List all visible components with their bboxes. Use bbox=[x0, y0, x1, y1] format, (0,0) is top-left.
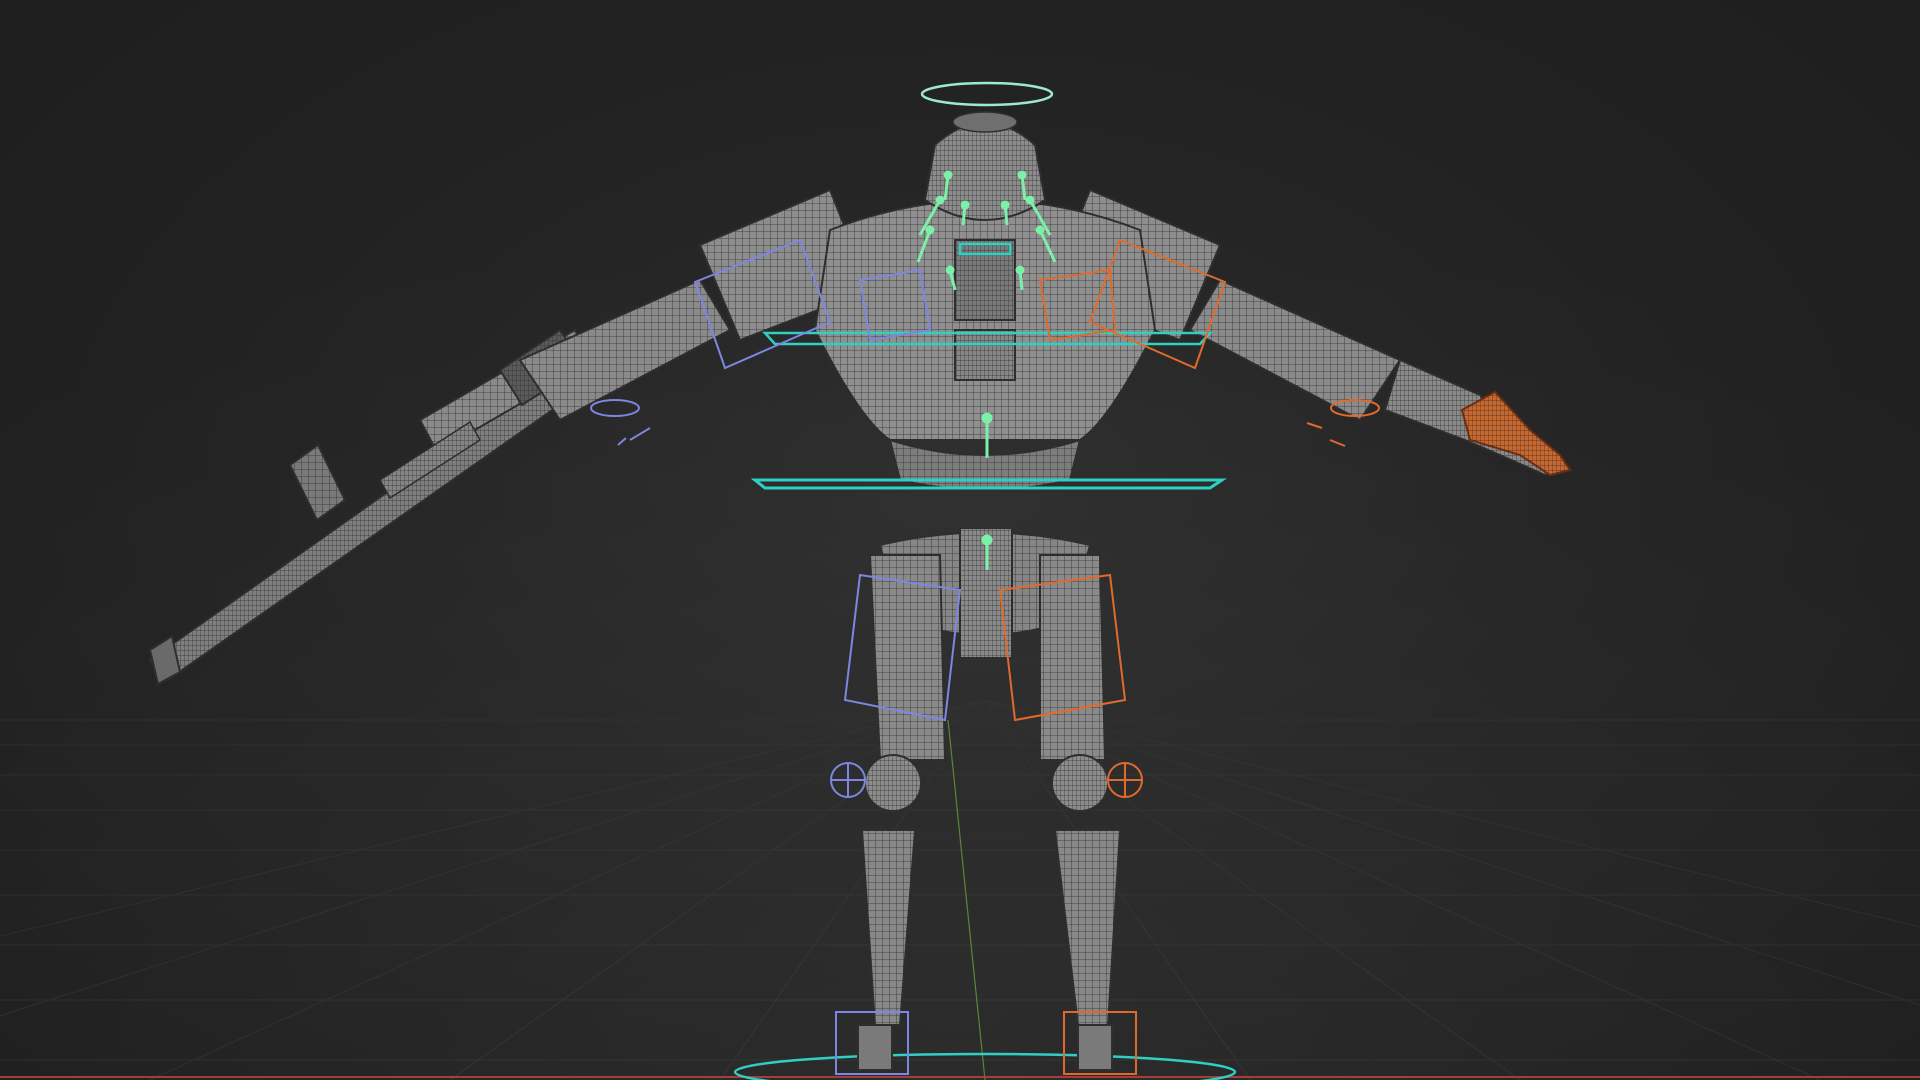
3d-viewport[interactable] bbox=[0, 0, 1920, 1080]
viewport-scene[interactable] bbox=[0, 0, 1920, 1080]
left-knee-pole-target[interactable] bbox=[830, 762, 866, 798]
right-knee-pole-target[interactable] bbox=[1107, 762, 1143, 798]
